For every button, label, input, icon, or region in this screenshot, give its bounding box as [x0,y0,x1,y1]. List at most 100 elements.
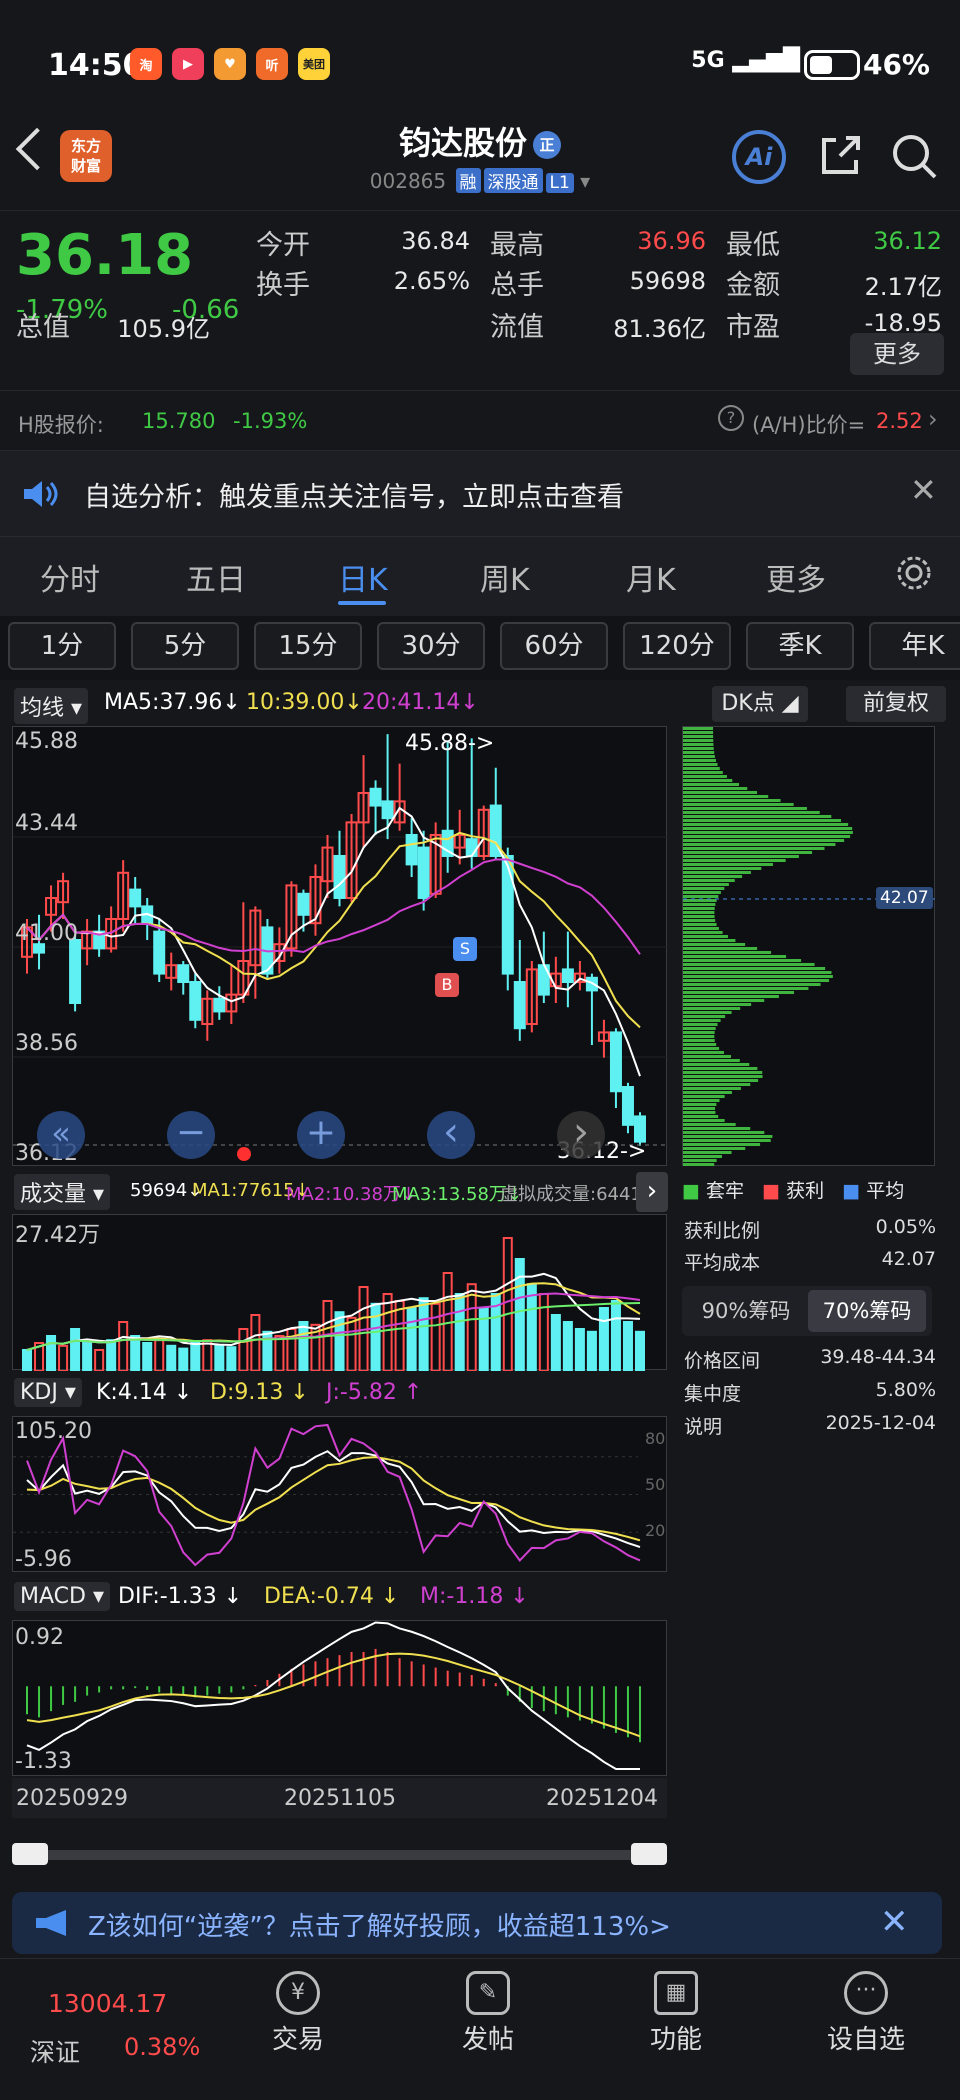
ad-banner[interactable]: Z该如何“逆袭”？点击了解好投顾，收益超113%> ✕ [12,1892,942,1954]
ad-close-icon[interactable]: ✕ [880,1902,909,1942]
chip-bar [683,919,716,922]
h-share-row[interactable]: H股报价: 15.780 -1.93% ? (A/H)比价= 2.52 › [0,390,960,450]
period-4[interactable]: 60分 [500,622,608,670]
period-6[interactable]: 季K [746,622,854,670]
chip-bar [683,883,729,886]
next-button[interactable]: › [557,1111,605,1159]
zoom-out-button[interactable]: − [167,1111,215,1159]
tab-5[interactable]: 更多 [766,555,826,599]
chip-bar [683,1043,717,1046]
range-handle-right[interactable] [631,1843,667,1865]
volume-bar [466,1283,477,1371]
period-2[interactable]: 15分 [254,622,362,670]
y-label-3: 41.00 [15,921,78,946]
quote-value-2-2: -18.95 [864,309,942,337]
chip-bar [683,1131,765,1134]
volume-chart[interactable]: 27.42万 [12,1214,667,1371]
side2-value-2: 2025-12-04 [825,1412,936,1434]
macd-chart[interactable]: 0.92 -1.33 [12,1620,667,1776]
chip-bar [683,1151,732,1154]
volume-bar [58,1344,69,1371]
chip-bar [683,1159,717,1162]
tag-rong: 融 [455,168,481,193]
kline-chart[interactable]: 45.88 43.44 41.00 38.56 36.12 45.88-> 36… [12,726,668,1166]
quote-value-2-1: 81.36亿 [613,315,706,343]
chip-bar [683,1111,716,1114]
kdj-d-line [26,1456,641,1542]
macd-legend: MACD ▾ DIF:-1.33 ↓ DEA:-0.74 ↓ M:-1.18 ↓ [12,1582,667,1618]
help-icon[interactable]: ? [718,405,744,431]
close-icon[interactable]: ✕ [910,471,937,509]
sell-marker[interactable]: S [453,937,477,961]
kdj-select[interactable]: KDJ ▾ [14,1378,82,1407]
kdj-ymin: -5.96 [15,1547,72,1572]
tab-2[interactable]: 日K [338,555,388,599]
period-0[interactable]: 1分 [8,622,116,670]
tab-1[interactable]: 五日 [186,555,246,599]
more-button[interactable]: 更多 [850,333,944,375]
nav-watchlist[interactable]: 设自选 [806,2019,926,2056]
chip-bar [683,763,718,766]
notice-banner[interactable]: 自选分析：触发重点关注信号，立即点击查看 ✕ [0,450,960,536]
volume-bar [106,1339,117,1371]
period-1[interactable]: 5分 [131,622,239,670]
battery-level: 46% [862,48,930,81]
chip-bar [683,1019,721,1022]
side-value-1: 42.07 [881,1248,936,1270]
chip-bar [683,1139,771,1142]
quote-value-0-0: 36.84 [401,227,470,255]
quote-value-2-0: 105.9亿 [117,315,210,343]
share-icon[interactable] [816,132,864,180]
kline-svg [13,734,668,1146]
tab-4[interactable]: 月K [626,555,676,599]
chip-70-button[interactable]: 70%筹码 [808,1290,926,1332]
side2-label-1: 集中度 [684,1383,742,1405]
chip-bar [683,791,758,794]
dk-button[interactable]: DK点 ◢ [712,686,808,722]
chip-bar [683,1071,763,1074]
tab-3[interactable]: 周K [480,555,530,599]
candle-body [333,854,346,899]
zoom-in-button[interactable]: + [297,1111,345,1159]
ai-button[interactable]: Ai [732,130,786,184]
period-5[interactable]: 120分 [623,622,731,670]
nav-function[interactable]: 功能 [616,2019,736,2056]
gear-icon[interactable] [894,553,934,593]
kdj-svg [13,1423,641,1567]
adjust-button[interactable]: 前复权 [846,686,946,722]
chip-90-button[interactable]: 90%筹码 [688,1290,804,1332]
macd-select[interactable]: MACD ▾ [14,1582,110,1611]
chip-bar [683,983,821,986]
candle-body [153,930,166,975]
quote-value-1-1: 59698 [629,267,706,295]
chip-bar [683,843,836,846]
index-value[interactable]: 13004.17 [48,1989,167,2018]
period-7[interactable]: 年K [869,622,960,670]
side-label-0: 获利比例 [684,1220,761,1242]
period-3[interactable]: 30分 [377,622,485,670]
ma-select[interactable]: 均线 ▾ [14,688,89,724]
kdj-d: D:9.13 ↓ [210,1380,309,1405]
search-icon[interactable] [890,132,940,182]
prev-button[interactable]: ‹ [427,1111,475,1159]
chip-bar [683,1051,724,1054]
buy-marker[interactable]: B [435,973,459,997]
volume-bar [562,1321,573,1371]
range-handle-left[interactable] [12,1843,48,1865]
volume-bar [46,1335,57,1371]
volume-bar [394,1300,405,1371]
chip-bar [683,1067,758,1070]
nav-trade[interactable]: 交易 [238,2019,358,2056]
tab-0[interactable]: 分时 [40,555,100,599]
expand-arrow-icon[interactable]: › [636,1172,668,1212]
range-scrollbar[interactable] [12,1843,667,1865]
rewind-button[interactable]: « [37,1111,85,1159]
ma5-line [26,806,641,1077]
volume-select[interactable]: 成交量 ▾ [14,1174,111,1210]
quote-label-0-2: 最低 [726,230,780,261]
macd-dif-line [26,1621,640,1770]
volume-bar [454,1293,465,1371]
chip-bar [683,859,786,862]
kdj-chart[interactable]: 105.20 -5.96 80 50 20 [12,1416,667,1572]
nav-post[interactable]: 发帖 [428,2019,548,2056]
